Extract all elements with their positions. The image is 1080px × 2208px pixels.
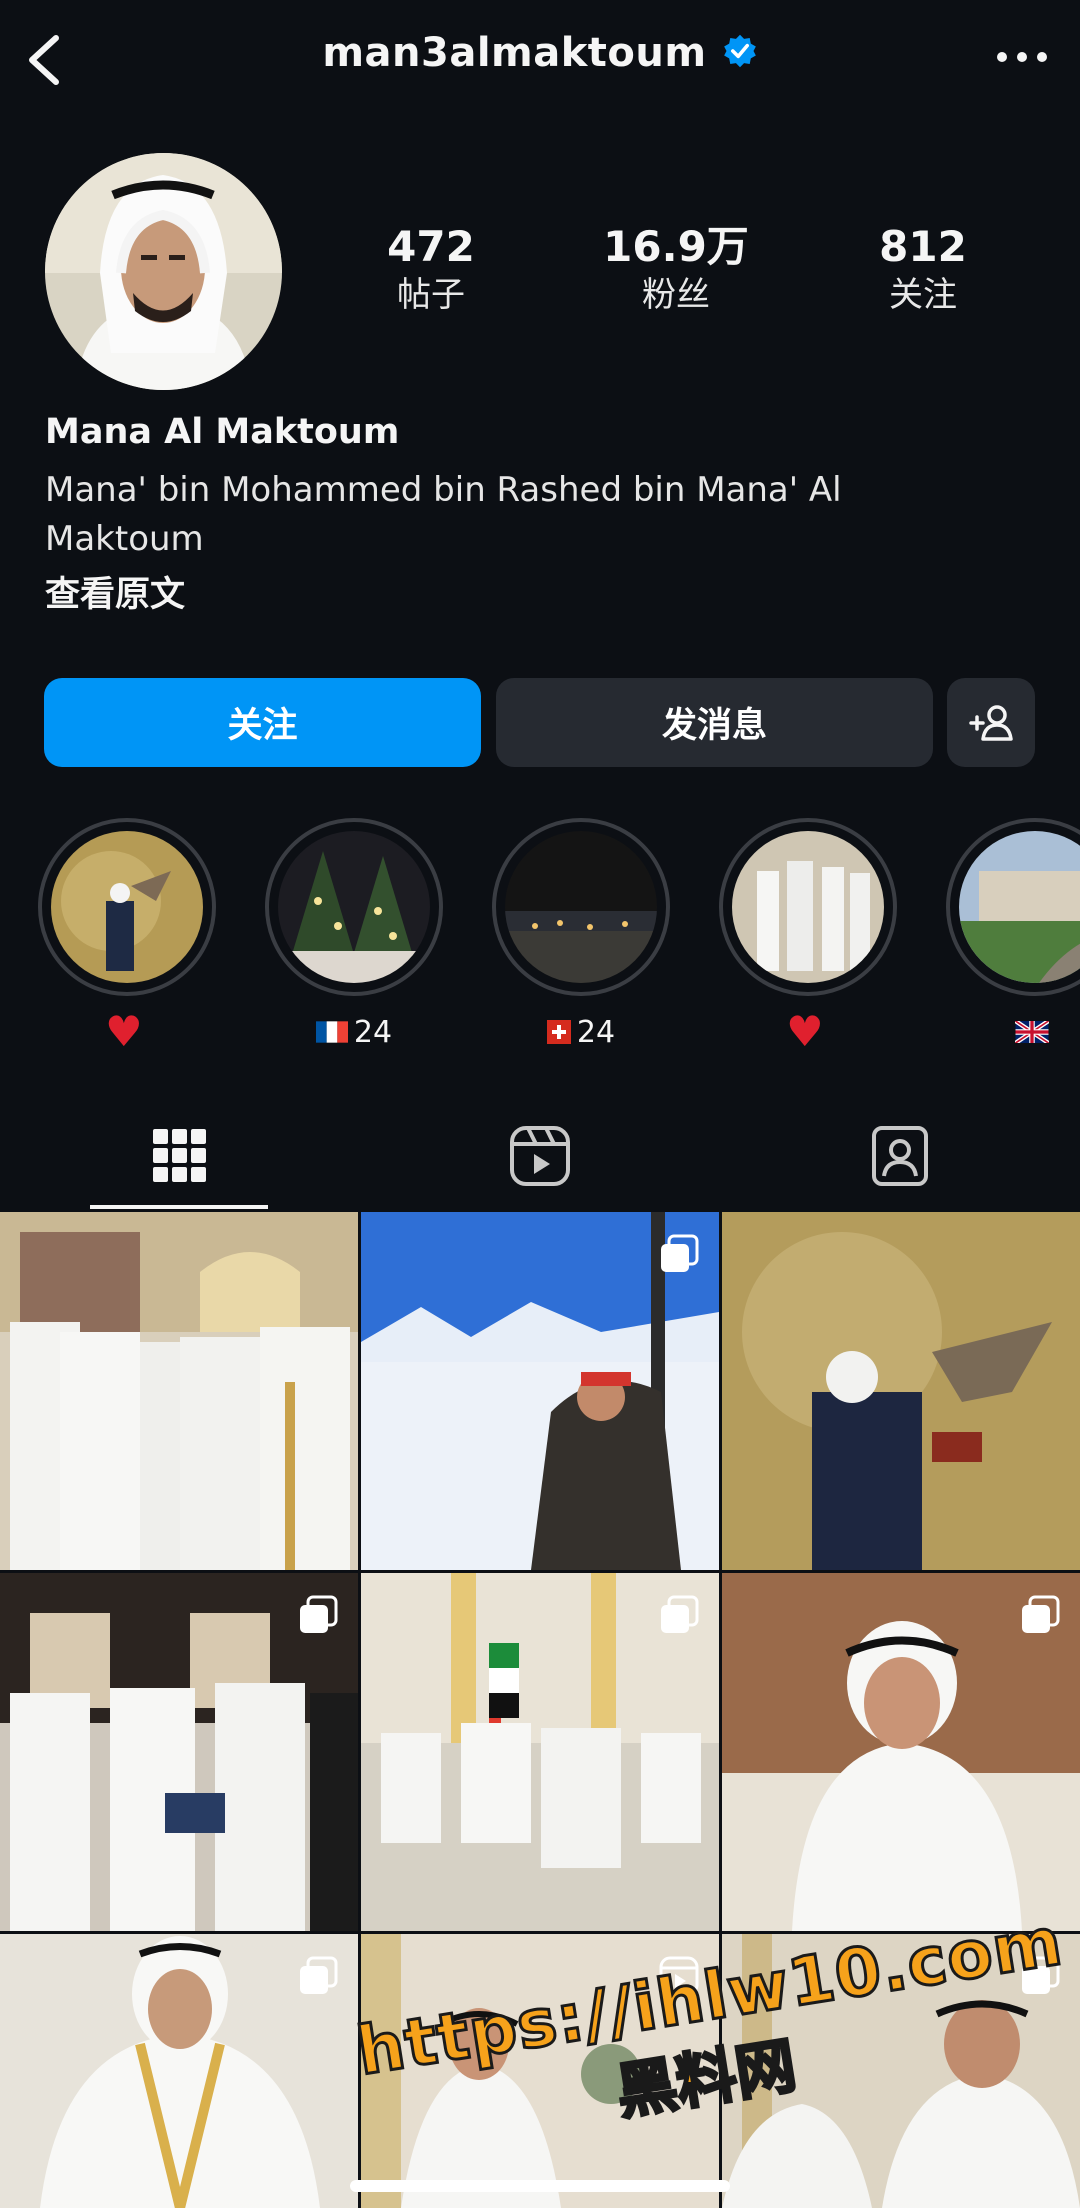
post-thumbnail[interactable] bbox=[0, 1212, 358, 1570]
top-bar: man3almaktoum bbox=[0, 0, 1080, 120]
carousel-icon bbox=[659, 1234, 699, 1278]
flag-uk-icon bbox=[1015, 1021, 1049, 1043]
follow-button[interactable]: 关注 bbox=[44, 678, 481, 767]
highlight-label: 24 bbox=[492, 1010, 670, 1054]
post-thumbnail[interactable] bbox=[722, 1573, 1080, 1931]
tagged-tab[interactable] bbox=[720, 1100, 1080, 1212]
message-button[interactable]: 发消息 bbox=[496, 678, 933, 767]
profile-tabs bbox=[0, 1100, 1080, 1212]
post-thumbnail[interactable] bbox=[361, 1573, 719, 1931]
post-thumbnail[interactable] bbox=[0, 1934, 358, 2208]
add-person-icon bbox=[969, 704, 1013, 741]
story-highlight[interactable] bbox=[946, 818, 1080, 1054]
verified-badge-icon bbox=[722, 33, 758, 73]
following-label: 关注 bbox=[889, 275, 957, 315]
heart-icon: ♥ bbox=[786, 1007, 824, 1056]
flag-france-icon bbox=[315, 1021, 348, 1043]
highlight-thumbnail bbox=[505, 831, 657, 983]
grid-tab[interactable] bbox=[0, 1100, 360, 1212]
reels-icon bbox=[510, 1126, 570, 1186]
home-indicator[interactable] bbox=[350, 2180, 730, 2192]
see-translation-link[interactable]: 查看原文 bbox=[45, 566, 185, 617]
posts-stat[interactable]: 472 帖子 bbox=[336, 222, 526, 318]
story-highlight[interactable]: ♥ bbox=[38, 818, 216, 1054]
post-thumbnail[interactable] bbox=[0, 1573, 358, 1931]
highlight-thumbnail bbox=[51, 831, 203, 983]
carousel-icon bbox=[659, 1595, 699, 1639]
profile-bio: Mana' bin Mohammed bin Rashed bin Mana' … bbox=[45, 470, 842, 559]
story-highlight[interactable]: ♥ bbox=[719, 818, 897, 1054]
post-thumbnail[interactable] bbox=[722, 1212, 1080, 1570]
followers-count: 16.9万 bbox=[603, 222, 749, 271]
highlight-thumbnail bbox=[732, 831, 884, 983]
highlight-label: ♥ bbox=[38, 1010, 216, 1054]
heart-icon: ♥ bbox=[105, 1007, 143, 1056]
posts-label: 帖子 bbox=[397, 275, 465, 315]
story-highlight[interactable]: 24 bbox=[492, 818, 670, 1054]
more-options-button[interactable] bbox=[992, 42, 1052, 72]
following-count: 812 bbox=[879, 222, 967, 271]
profile-name: Mana Al Maktoum bbox=[45, 412, 400, 452]
highlight-label: ♥ bbox=[719, 1010, 897, 1054]
reels-tab[interactable] bbox=[360, 1100, 720, 1212]
story-highlight[interactable]: 24 bbox=[265, 818, 443, 1054]
followers-stat[interactable]: 16.9万 粉丝 bbox=[581, 222, 771, 318]
highlight-label: 24 bbox=[265, 1010, 443, 1054]
highlight-thumbnail bbox=[959, 831, 1080, 983]
more-horizontal-icon bbox=[997, 52, 1047, 62]
posts-count: 472 bbox=[387, 222, 475, 271]
followers-label: 粉丝 bbox=[642, 275, 710, 315]
carousel-icon bbox=[1020, 1595, 1060, 1639]
username-header: man3almaktoum bbox=[0, 30, 1080, 76]
grid-icon bbox=[153, 1129, 206, 1182]
profile-avatar[interactable] bbox=[45, 153, 282, 390]
carousel-icon bbox=[298, 1956, 338, 2000]
selected-tab-indicator bbox=[90, 1205, 268, 1209]
username: man3almaktoum bbox=[322, 30, 707, 76]
highlight-thumbnail bbox=[278, 831, 430, 983]
suggest-users-button[interactable] bbox=[947, 678, 1035, 767]
following-stat[interactable]: 812 关注 bbox=[828, 222, 1018, 318]
post-thumbnail[interactable] bbox=[361, 1212, 719, 1570]
flag-switzerland-icon bbox=[546, 1020, 571, 1044]
tagged-person-icon bbox=[872, 1126, 928, 1186]
highlight-label bbox=[946, 1010, 1080, 1054]
carousel-icon bbox=[298, 1595, 338, 1639]
